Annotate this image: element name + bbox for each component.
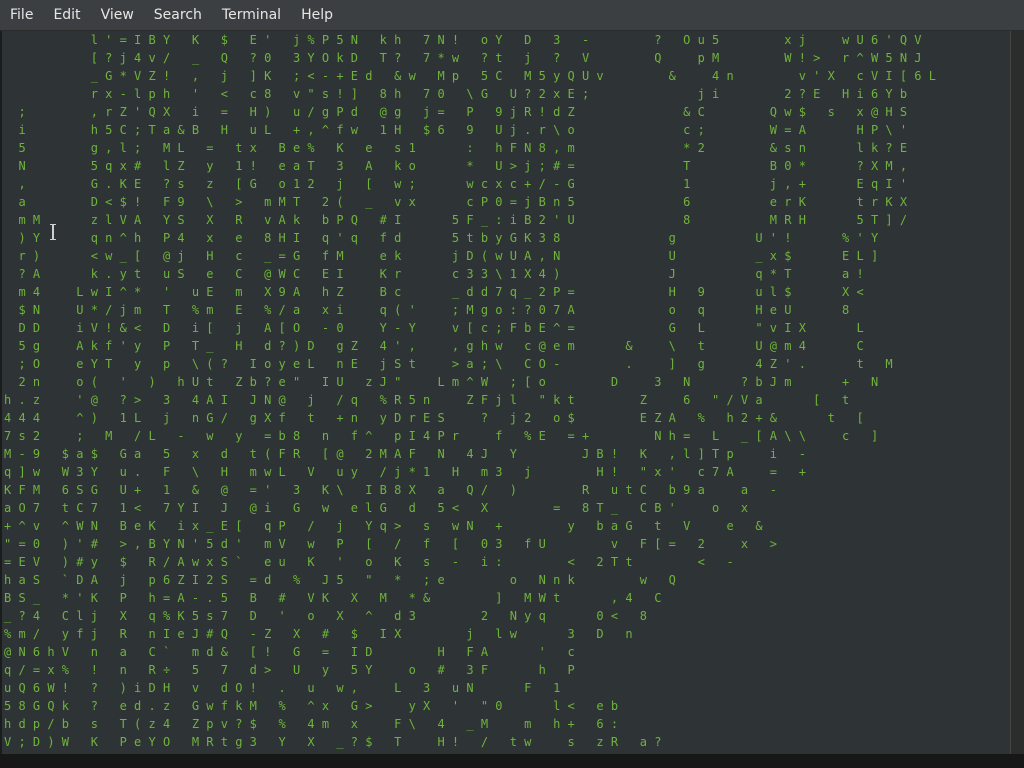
menu-bar: File Edit View Search Terminal Help [0, 0, 1024, 31]
scrollbar[interactable] [1010, 31, 1024, 754]
terminal-area[interactable]: l ' = I B Y K $ E ' j % P 5 N k h 7 N ! … [2, 31, 1010, 754]
terminal-output: l ' = I B Y K $ E ' j % P 5 N k h 7 N ! … [4, 33, 936, 749]
menu-file[interactable]: File [0, 0, 43, 30]
menu-view[interactable]: View [91, 0, 144, 30]
bottom-edge [0, 754, 1024, 768]
menu-terminal[interactable]: Terminal [212, 0, 291, 30]
menu-edit[interactable]: Edit [43, 0, 90, 30]
text-cursor-icon [50, 224, 56, 240]
menu-help[interactable]: Help [291, 0, 343, 30]
menu-search[interactable]: Search [144, 0, 212, 30]
